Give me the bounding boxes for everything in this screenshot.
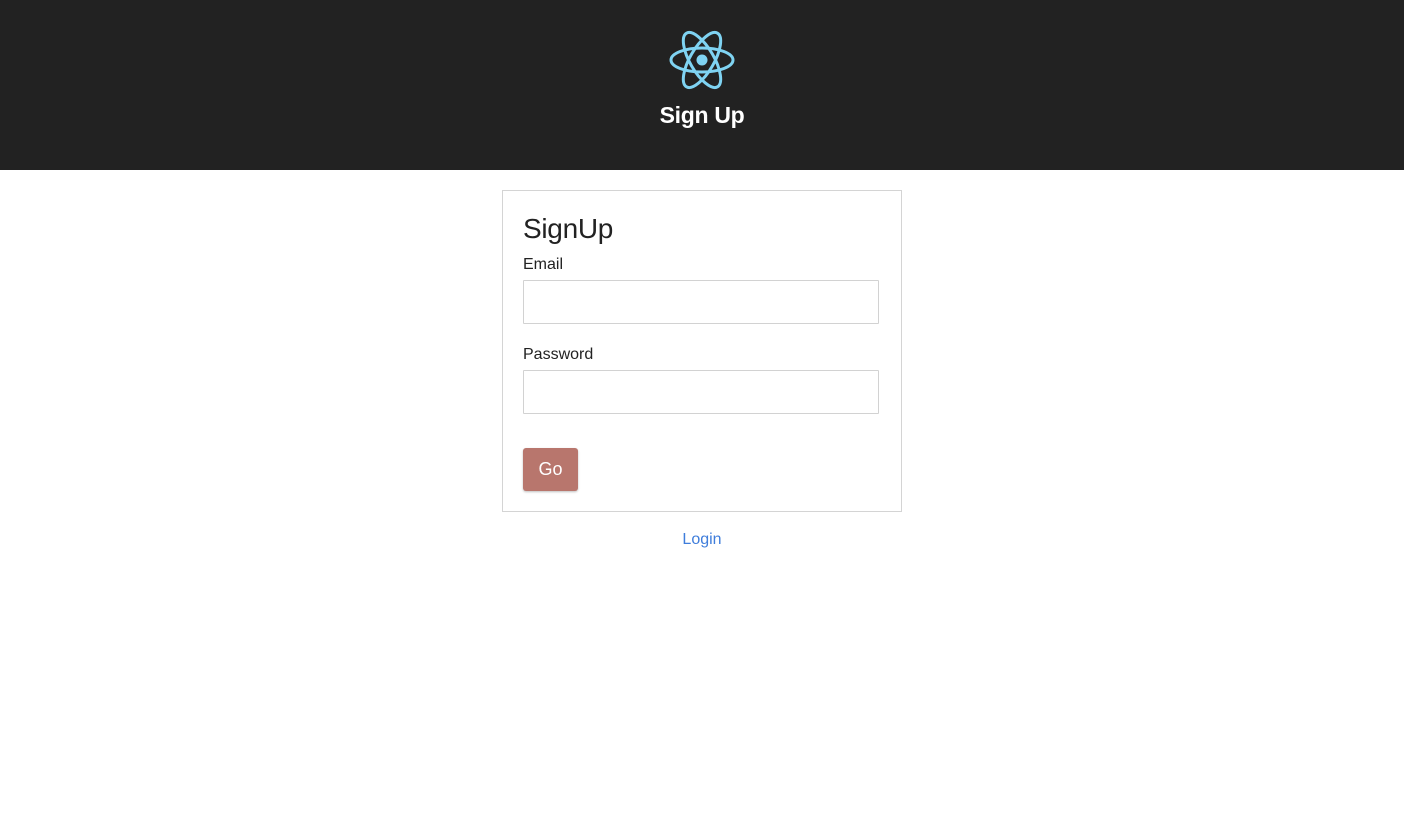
app-header: Sign Up [0, 0, 1404, 170]
login-link[interactable]: Login [682, 531, 721, 548]
email-label: Email [523, 256, 564, 273]
email-field[interactable] [523, 280, 879, 324]
signup-form: SignUp Email Password Go [502, 190, 902, 512]
header-title: Sign Up [659, 102, 745, 128]
password-field[interactable] [523, 370, 879, 414]
password-label: Password [523, 346, 594, 363]
login-link-container: Login [0, 529, 1404, 551]
react-atom-icon [669, 30, 735, 90]
form-title: SignUp [523, 213, 614, 244]
go-button[interactable]: Go [523, 448, 578, 491]
